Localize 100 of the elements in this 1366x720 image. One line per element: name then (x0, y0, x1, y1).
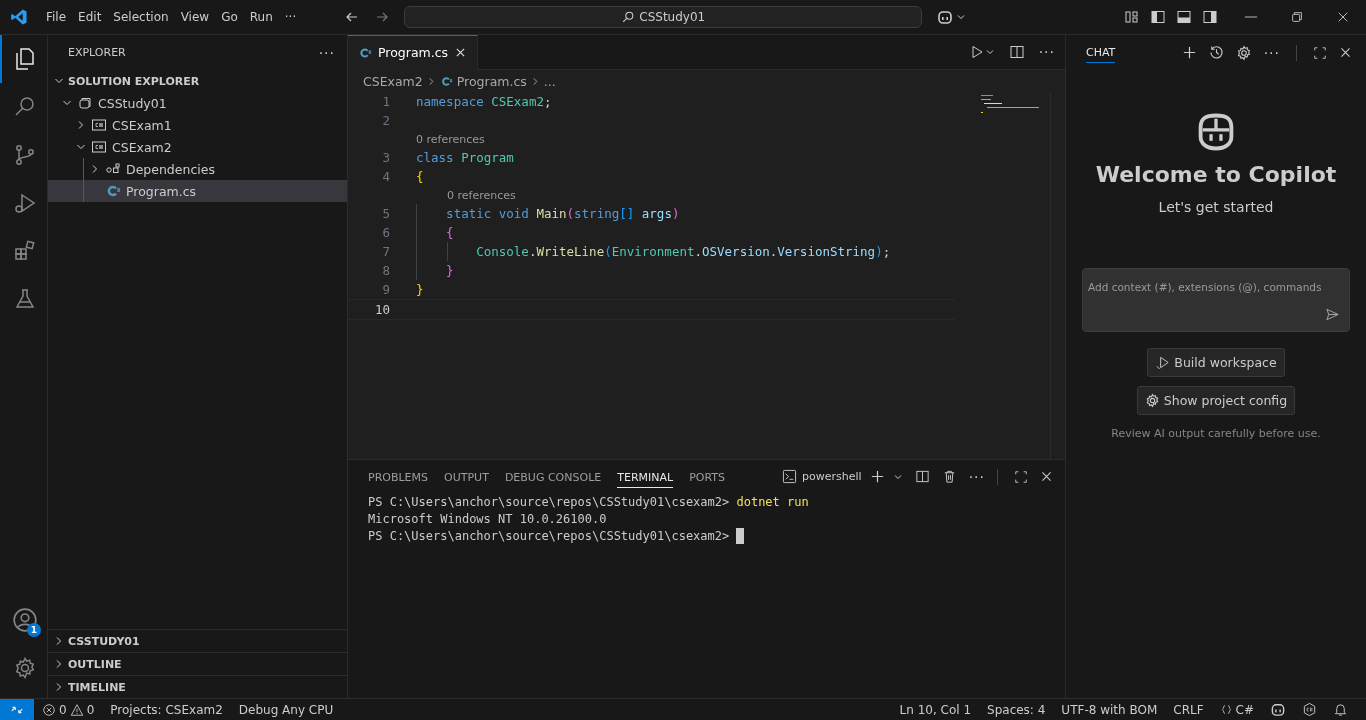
chevron-down-icon[interactable] (76, 142, 86, 152)
code-line: { (416, 225, 454, 240)
minimize-icon[interactable] (1244, 16, 1258, 18)
close-icon[interactable] (1336, 10, 1350, 24)
csharp-file-icon (105, 183, 121, 199)
more-actions-button[interactable]: ··· (1263, 44, 1280, 61)
close-icon[interactable] (1040, 470, 1053, 483)
bell-icon[interactable] (1333, 702, 1348, 717)
suggestion-button[interactable]: Build workspace (1147, 348, 1285, 377)
tree-item[interactable]: CSExam1 (48, 114, 347, 136)
command-center[interactable]: CSStudy01 (404, 6, 923, 28)
error-icon (42, 702, 56, 717)
code-line: class Program (416, 150, 514, 165)
problems-status[interactable]: 0 0 (34, 702, 103, 717)
chat-input[interactable]: Add context (#), extensions (@), commands (1082, 268, 1350, 332)
status-item[interactable]: Ln 10, Col 1 (891, 702, 980, 717)
breadcrumb[interactable]: CSExam2 (363, 73, 423, 89)
line-number: 1 (381, 94, 391, 109)
extensions-icon[interactable] (12, 239, 37, 263)
more-actions-button[interactable]: ··· (318, 44, 335, 61)
editor-tab[interactable]: Program.cs (348, 34, 479, 70)
search-icon (621, 10, 636, 24)
app-logo-icon[interactable] (10, 8, 28, 26)
copilot-icon[interactable] (1270, 702, 1286, 717)
language-mode[interactable]: C# (1211, 702, 1262, 717)
code-line: { (416, 169, 424, 184)
terminal-line: PS C:\Users\anchor\source\repos\CSStudy01\csexam2> (368, 527, 1045, 544)
sidebar-toggle-icon[interactable] (1150, 9, 1166, 25)
close-icon[interactable] (1339, 46, 1352, 59)
status-item[interactable]: CRLF (1165, 702, 1212, 717)
panel-tab[interactable]: PROBLEMS (368, 465, 429, 488)
section-header[interactable]: SOLUTION EXPLORER (48, 70, 347, 92)
chevron-right-icon[interactable] (76, 120, 86, 130)
chevron-down-icon (54, 76, 64, 86)
menu-item[interactable]: Edit (74, 10, 106, 24)
breadcrumb[interactable]: Program.cs (456, 73, 527, 89)
account-icon[interactable] (11, 607, 38, 633)
maximize-icon[interactable] (1313, 45, 1327, 60)
csharp-file-icon (358, 45, 372, 60)
history-icon[interactable] (1208, 45, 1224, 60)
restore-icon[interactable] (1290, 10, 1304, 24)
panel-tab[interactable]: PORTS (689, 465, 725, 488)
menu-item[interactable]: Run (245, 10, 277, 24)
layout-icon[interactable] (1124, 9, 1140, 25)
status-item[interactable]: Debug Any CPU (230, 702, 342, 717)
code-line: } (416, 282, 424, 297)
chat-tab[interactable]: CHAT (1086, 42, 1116, 63)
status-item[interactable]: Spaces: 4 (979, 702, 1054, 717)
hexagon-icon[interactable] (1302, 702, 1317, 717)
split-terminal-icon[interactable] (914, 469, 930, 484)
copilot-icon[interactable] (936, 9, 955, 25)
breadcrumb[interactable]: ... (543, 73, 556, 89)
menu-item[interactable]: File (42, 10, 71, 24)
menu-item[interactable]: View (176, 10, 214, 24)
terminal-selector[interactable]: powershell (782, 469, 862, 484)
secondary-sidebar-toggle-icon[interactable] (1202, 9, 1218, 25)
menu-item[interactable]: Go (217, 10, 242, 24)
terminal-line: Microsoft Windows NT 10.0.26100.0 (368, 510, 608, 527)
tree-item[interactable]: Dependencies (48, 158, 347, 180)
section-header[interactable]: TIMELINE (48, 675, 347, 698)
code-line: Console.WriteLine(Environment.OSVersion.VersionString); (416, 244, 891, 259)
panel-tab[interactable]: OUTPUT (444, 465, 489, 488)
suggestion-button[interactable]: Show project config (1136, 386, 1296, 415)
status-item[interactable]: UTF-8 with BOM (1053, 702, 1166, 717)
chevron-right-icon[interactable] (90, 164, 100, 174)
code-lens[interactable]: 0 references (416, 132, 485, 146)
settings-icon[interactable] (1235, 44, 1252, 61)
run-debug-icon[interactable] (12, 191, 37, 215)
panel-tab[interactable]: TERMINAL (617, 465, 674, 488)
split-editor-icon[interactable] (1008, 44, 1025, 60)
tree-item[interactable]: CSExam2 (48, 136, 347, 158)
notification-badge: 1 (27, 623, 41, 637)
sidebar-title: EXPLORER (68, 46, 126, 59)
chevron-down-icon[interactable] (984, 47, 995, 57)
remote-button[interactable] (0, 698, 34, 720)
code-lens[interactable]: 0 references (416, 188, 516, 202)
send-icon[interactable] (1325, 307, 1340, 322)
welcome-title: Welcome to Copilot (1095, 162, 1337, 187)
maximize-icon[interactable] (1014, 469, 1028, 484)
chevron-down-icon[interactable] (62, 98, 72, 108)
line-number: 7 (381, 244, 391, 259)
panel-tab[interactable]: DEBUG CONSOLE (504, 465, 602, 488)
more-actions-button[interactable]: ··· (1038, 44, 1055, 60)
line-number: 5 (381, 206, 391, 221)
add-icon[interactable] (1181, 45, 1197, 60)
more-menu[interactable]: ··· (280, 10, 301, 24)
tree-item[interactable]: Program.cs (48, 180, 347, 202)
chevron-right-icon (54, 659, 64, 669)
line-number: 9 (381, 282, 391, 297)
chevron-down-icon[interactable] (956, 12, 967, 22)
more-actions-button[interactable]: ··· (968, 468, 985, 485)
section-header[interactable]: CSSTUDY01 (48, 629, 347, 652)
add-icon[interactable] (869, 469, 885, 484)
disclaimer-text: Review AI output carefully before use. (1111, 427, 1321, 440)
section-header[interactable]: OUTLINE (48, 652, 347, 675)
status-item[interactable]: Projects: CSExam2 (102, 702, 231, 717)
panel-toggle-icon[interactable] (1176, 9, 1192, 25)
tree-item[interactable]: CSStudy01 (48, 92, 347, 114)
terminal-icon (782, 469, 798, 484)
menu-item[interactable]: Selection (109, 10, 173, 24)
